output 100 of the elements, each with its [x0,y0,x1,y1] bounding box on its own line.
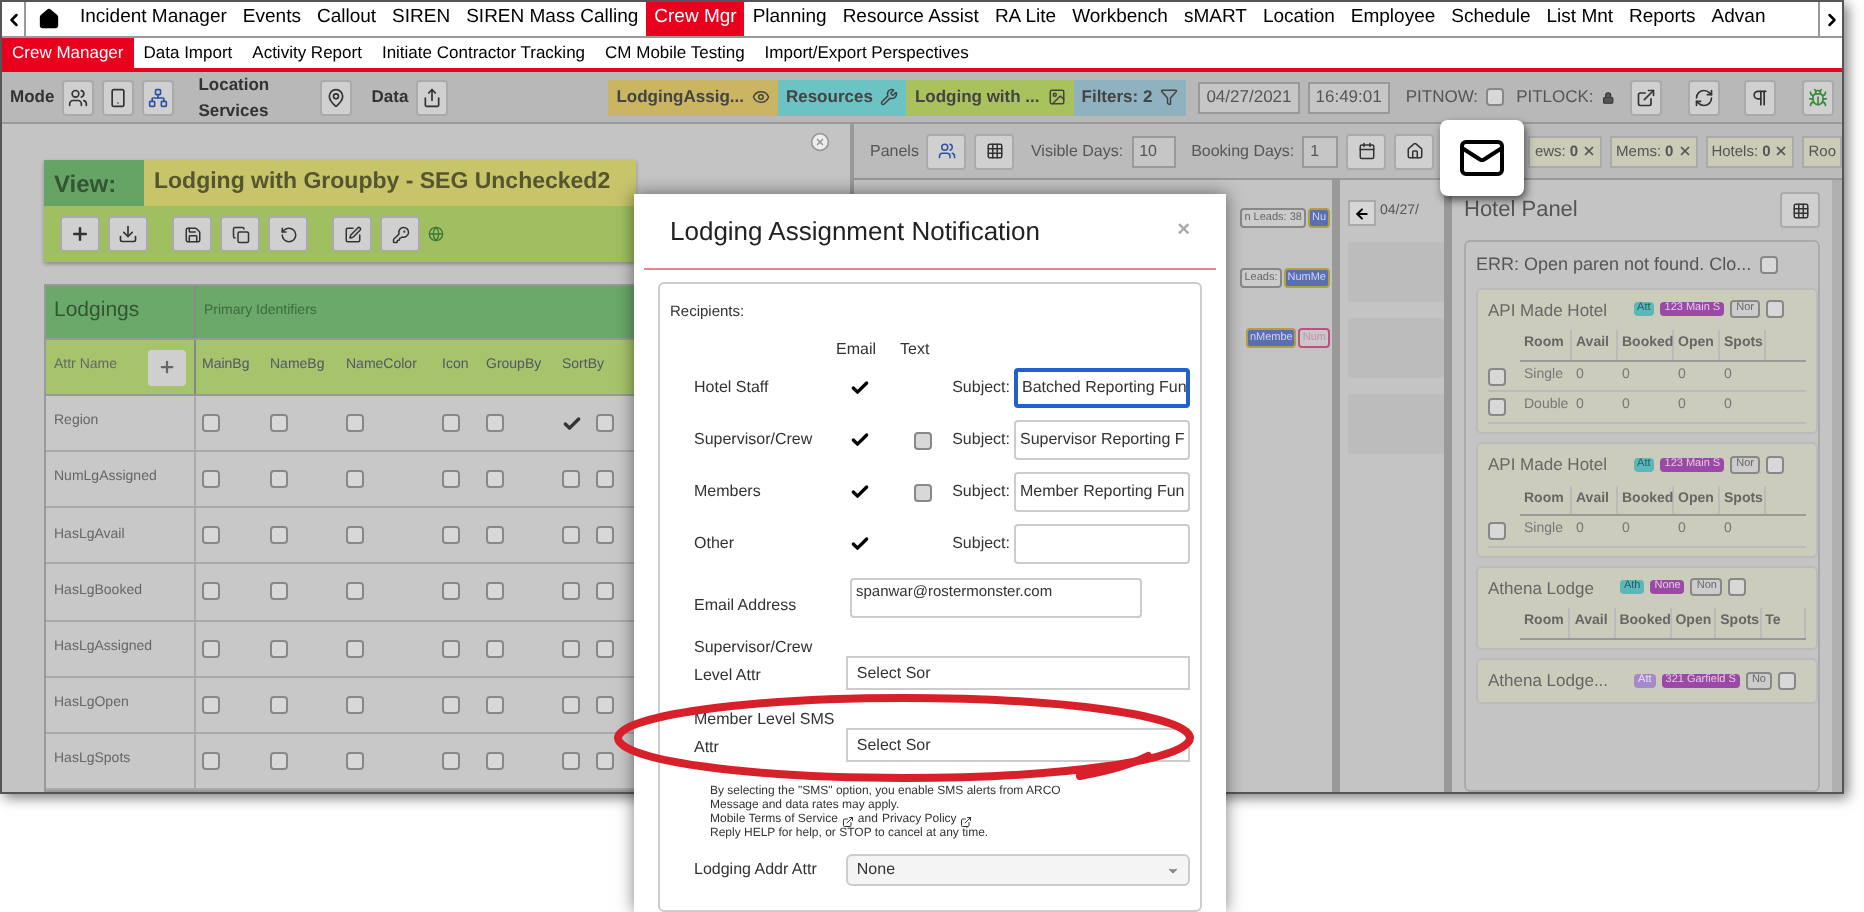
save-icon[interactable] [172,216,212,252]
checkbox[interactable] [562,751,580,770]
grid-icon[interactable] [974,133,1015,169]
subnav-tab[interactable]: Import/Export Perspectives [754,38,979,68]
checkbox[interactable] [202,695,220,714]
external-link-icon[interactable] [1630,79,1663,115]
checkbox[interactable] [346,751,364,770]
checkbox[interactable] [442,751,460,770]
time-field[interactable]: 16:49:01 [1307,81,1390,113]
checkbox[interactable] [486,695,504,714]
checkbox[interactable] [442,526,460,545]
close-icon[interactable] [1774,144,1789,158]
checkbox[interactable] [270,414,288,433]
checkbox[interactable] [596,695,614,714]
checkbox[interactable] [202,526,220,545]
add-icon[interactable] [60,216,100,252]
checkbox[interactable] [346,526,364,545]
close-icon[interactable] [1582,144,1597,158]
checkbox[interactable] [442,695,460,714]
checkbox[interactable] [270,695,288,714]
nav-tab[interactable]: Planning [744,2,835,36]
share-icon[interactable] [416,79,449,115]
nav-tab[interactable]: sMART [1175,2,1255,36]
checkbox[interactable] [596,470,614,489]
checkbox[interactable] [486,751,504,770]
checkbox[interactable] [1777,671,1796,690]
checkbox[interactable] [1765,455,1784,474]
checkbox[interactable] [1488,367,1506,385]
subnav-tab[interactable]: Initiate Contractor Tracking [371,38,596,68]
checkbox[interactable] [562,470,580,489]
checkmark-icon[interactable] [850,430,870,451]
nav-tab[interactable]: SIREN [384,2,459,36]
perspective-chip[interactable]: LodgingAssig... [608,79,778,115]
bug-icon[interactable] [1802,79,1835,115]
checkbox[interactable] [562,582,580,601]
checkbox[interactable] [486,414,504,433]
undo-icon[interactable] [268,216,308,252]
checkbox[interactable] [270,639,288,658]
select-field[interactable]: Select Sor [846,656,1190,691]
scroll-right-button[interactable] [1818,2,1842,36]
map-pin-icon[interactable] [319,79,352,115]
home-icon[interactable] [1394,133,1435,169]
nav-tab[interactable]: Reports [1621,2,1704,36]
add-attribute-button[interactable] [148,349,186,385]
checkbox[interactable] [596,414,614,433]
subnav-tab[interactable]: Data Import [133,38,243,68]
nav-tab[interactable]: RA Lite [986,2,1065,36]
booking-days-field[interactable]: 1 [1302,135,1339,167]
checkmark-icon[interactable] [562,413,582,434]
checkbox[interactable] [1728,578,1747,597]
checkbox[interactable] [1765,300,1784,319]
checkbox[interactable] [202,751,220,770]
checkbox[interactable] [202,582,220,601]
checkbox[interactable] [442,582,460,601]
key-icon[interactable] [380,216,420,252]
grid-icon[interactable] [1780,192,1820,228]
nav-tab[interactable]: Employee [1342,2,1444,36]
checkbox[interactable] [562,639,580,658]
checkbox[interactable] [596,582,614,601]
users-icon[interactable] [926,133,967,169]
checkbox[interactable] [914,483,932,502]
download-icon[interactable] [108,216,148,252]
checkbox[interactable] [914,431,932,450]
checkbox[interactable] [442,639,460,658]
nav-tab[interactable]: Advan [1703,2,1774,36]
subject-field[interactable] [1014,524,1190,565]
checkbox[interactable] [346,639,364,658]
back-button[interactable] [1348,200,1376,226]
checkmark-icon[interactable] [850,534,870,555]
copy-icon[interactable] [220,216,260,252]
checkbox[interactable] [596,639,614,658]
checkbox[interactable] [596,526,614,545]
checkbox[interactable] [562,695,580,714]
subject-field[interactable]: Supervisor Reporting F [1014,420,1190,461]
refresh-icon[interactable] [1687,79,1720,115]
checkbox[interactable] [1486,88,1505,106]
nav-tab[interactable]: SIREN Mass Calling [458,2,647,36]
checkbox[interactable] [346,470,364,489]
addr-select[interactable]: None [846,854,1190,887]
edit-icon[interactable] [332,216,372,252]
perspective-chip[interactable]: Filters: 2 [1073,79,1187,115]
perspective-chip[interactable]: Resources [777,79,907,115]
nav-tab[interactable]: Callout [308,2,385,36]
perspective-chip[interactable]: Lodging with ... [906,79,1074,115]
checkbox[interactable] [202,639,220,658]
subject-field[interactable]: Batched Reporting Fun [1014,368,1190,409]
checkbox[interactable] [270,582,288,601]
checkbox[interactable] [202,470,220,489]
close-icon[interactable] [810,132,830,152]
nav-tab[interactable]: Incident Manager [72,2,235,36]
checkbox[interactable] [596,751,614,770]
home-icon[interactable] [38,8,60,30]
checkbox[interactable] [270,526,288,545]
nav-tab[interactable]: Workbench [1064,2,1176,36]
checkbox[interactable] [442,470,460,489]
visible-days-field[interactable]: 10 [1131,135,1176,167]
close-icon[interactable] [1677,144,1692,158]
subnav-tab[interactable]: CM Mobile Testing [595,38,755,68]
checkbox[interactable] [1488,521,1506,540]
date-field[interactable]: 04/27/2021 [1198,81,1300,113]
